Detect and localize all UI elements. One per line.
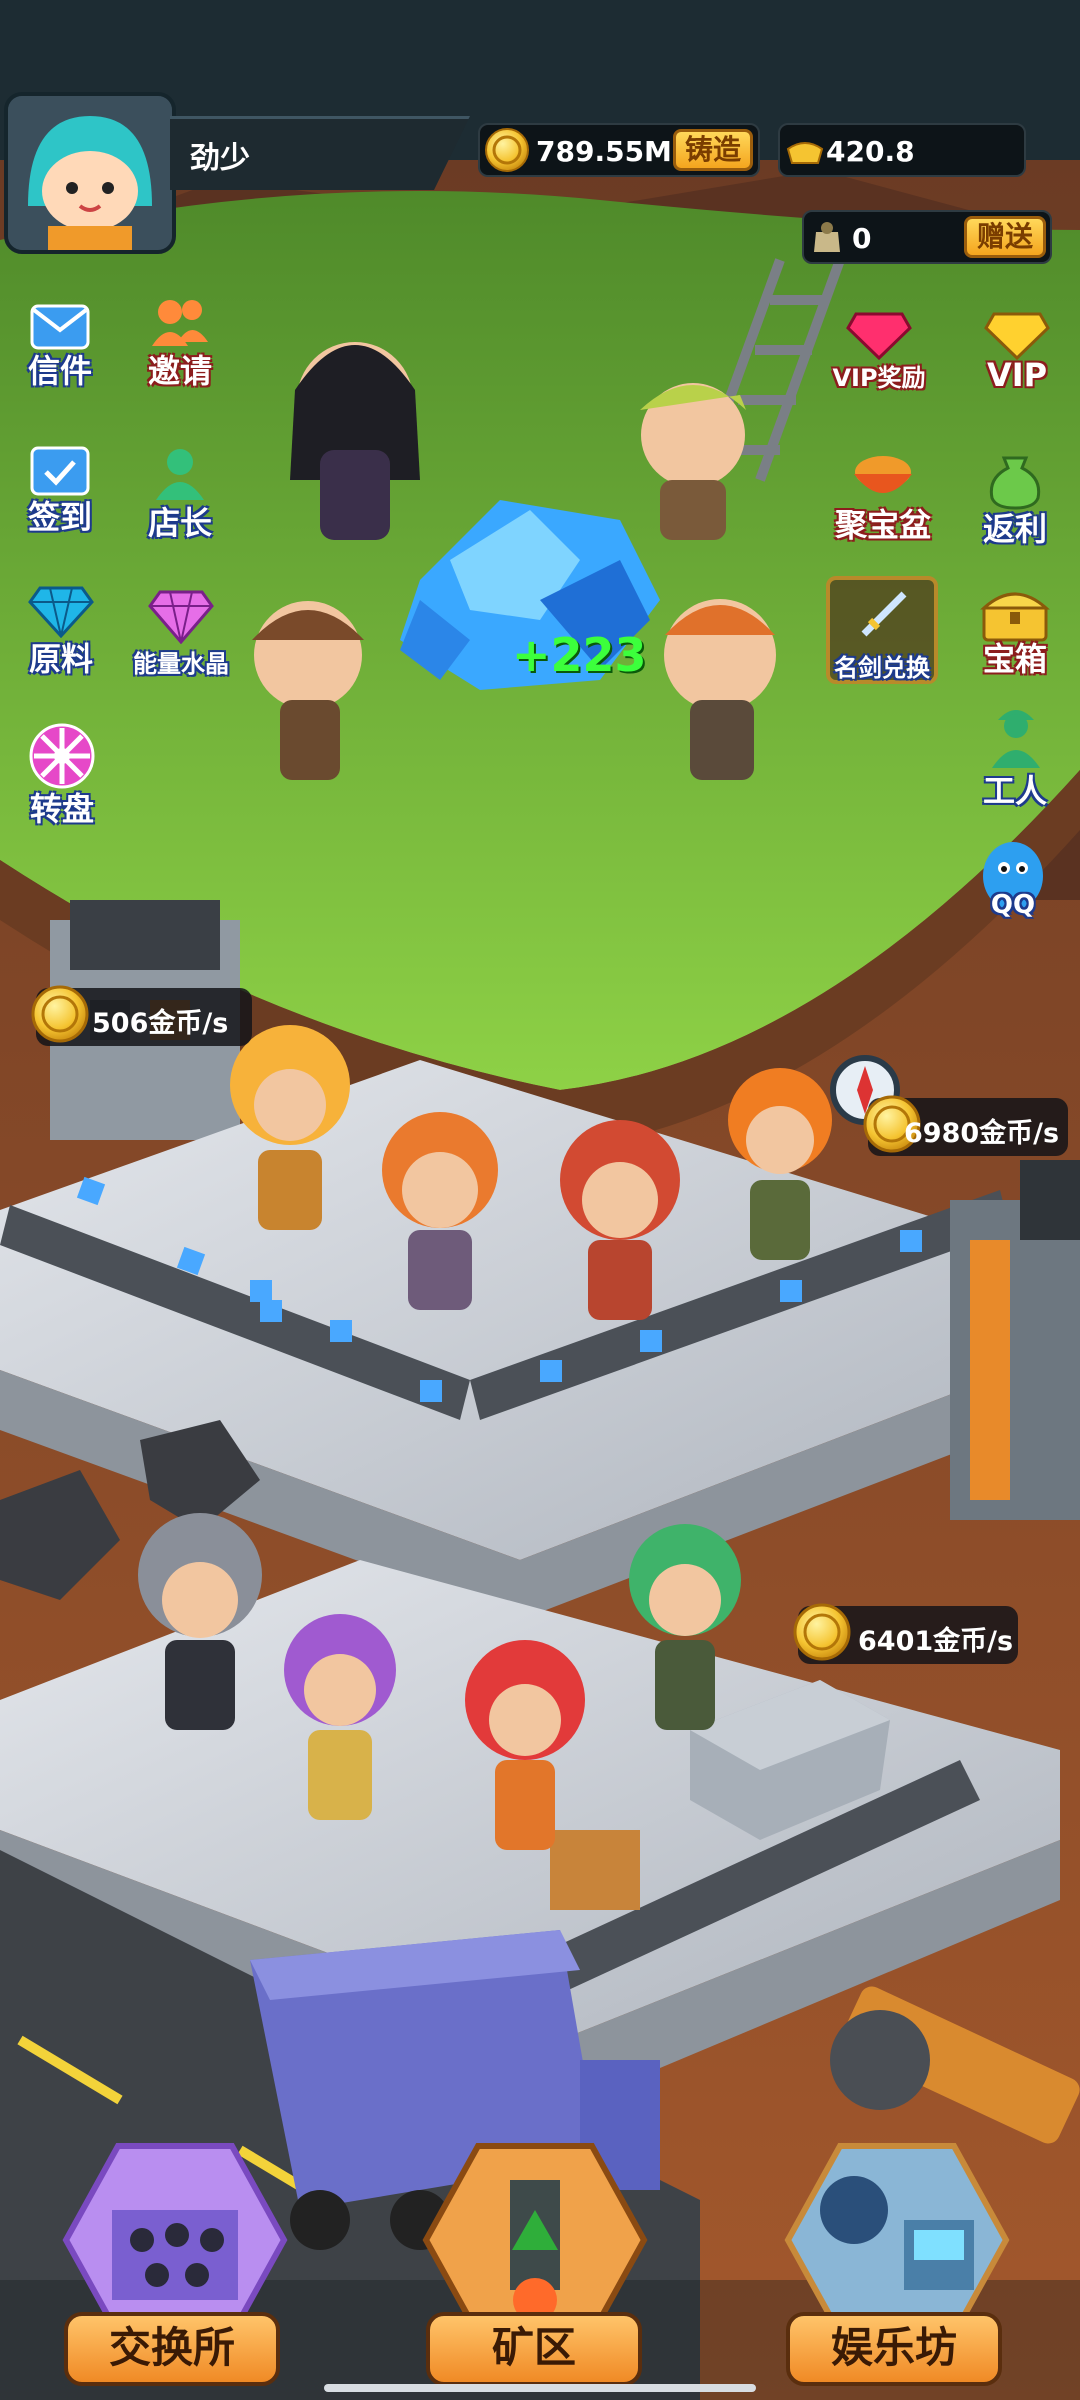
mail-icon (30, 304, 90, 350)
mine-area-nav[interactable]: 矿区 (418, 2140, 658, 2390)
vip-icon (984, 312, 1050, 360)
checkin-button[interactable]: 签到 (20, 440, 100, 536)
avatar-face-icon (8, 96, 172, 250)
mining-gain-text: +223 (512, 628, 647, 682)
worker-icon (992, 710, 1040, 768)
mine-area-nav-label: 矿区 (426, 2312, 642, 2386)
treasure-bowl-icon (854, 456, 912, 493)
sword-exchange-icon (861, 591, 907, 637)
sword-exchange-label: 名剑兑换 (834, 654, 930, 682)
production-rate-1: 506金币/s (31, 985, 252, 1046)
worker-figure (290, 342, 420, 540)
gold-amount: 420.8 (826, 135, 915, 168)
worker-figure (138, 1513, 262, 1730)
materials-button[interactable]: 原料 (16, 584, 106, 680)
worker-figure (664, 599, 776, 780)
invite-button[interactable]: 邀请 (138, 296, 222, 392)
production-rate-3: 6401金币/s (793, 1603, 1018, 1664)
worker-figure (640, 383, 746, 540)
manager-label: 店长 (147, 504, 212, 542)
rebate-label: 返利 (982, 510, 1047, 548)
mail-label: 信件 (27, 352, 92, 390)
coin-icon (793, 1603, 851, 1661)
coin-balance: 789.55M 铸造 (478, 123, 760, 177)
exchange-nav[interactable]: 交换所 (58, 2140, 298, 2390)
forge-button[interactable]: 铸造 (673, 129, 753, 171)
wheel-button[interactable]: 转盘 (20, 722, 104, 828)
worker-figure (284, 1614, 396, 1820)
exchange-nav-label: 交换所 (64, 2312, 280, 2386)
mine-area-icon (422, 2143, 648, 2337)
qq-button[interactable]: QQ (968, 838, 1058, 932)
energy-crystal-label: 能量水晶 (133, 650, 229, 678)
gold-ingot-icon (786, 142, 824, 164)
worker-figure (252, 601, 364, 780)
treasure-bowl-label: 聚宝盆 (834, 506, 931, 544)
gift-send-button[interactable]: 赠送 (964, 216, 1046, 258)
workers-button[interactable]: 工人 (970, 702, 1060, 810)
worker-figure (465, 1640, 585, 1850)
coin-amount: 789.55M (536, 135, 672, 168)
worker-figure (230, 1025, 350, 1230)
treasure-bowl-button[interactable]: 聚宝盆 (830, 452, 936, 544)
production-rate-2-text: 6980金币/s (904, 1118, 1060, 1149)
vip-reward-button[interactable]: VIP奖励 (824, 312, 934, 398)
entertainment-nav[interactable]: 娱乐坊 (780, 2140, 1020, 2390)
gift-amount: 0 (852, 222, 872, 255)
calendar-icon (30, 446, 90, 496)
sword-exchange-button[interactable]: 名剑兑换 (826, 576, 938, 684)
mail-button[interactable]: 信件 (20, 300, 100, 392)
exchange-hall-icon (62, 2143, 288, 2337)
invite-icon (152, 300, 208, 346)
manager-button[interactable]: 店长 (138, 446, 222, 542)
coin-icon (31, 985, 89, 1043)
player-name-bar: 劲少 (170, 116, 470, 190)
player-name: 劲少 (190, 141, 250, 176)
worker-figure (728, 1068, 832, 1260)
energy-crystal-button[interactable]: 能量水晶 (126, 588, 236, 684)
rebate-icon (989, 456, 1041, 510)
rebate-button[interactable]: 返利 (970, 452, 1060, 548)
vip-button[interactable]: VIP (972, 312, 1062, 398)
checkin-label: 签到 (27, 498, 92, 536)
crystal-icon (148, 590, 214, 644)
worker-figure (629, 1524, 741, 1730)
manager-icon (156, 449, 204, 500)
worker-figure (560, 1120, 680, 1320)
wheel-label: 转盘 (29, 790, 94, 828)
qq-label: QQ (990, 890, 1036, 920)
coin-icon (485, 128, 529, 172)
workers-label: 工人 (982, 772, 1047, 810)
chest-button[interactable]: 宝箱 (970, 584, 1060, 680)
worker-figure (382, 1112, 498, 1310)
production-rate-2: 6980金币/s (863, 1095, 1068, 1156)
gift-balance: 0 赠送 (802, 210, 1052, 264)
home-indicator (324, 2384, 756, 2392)
gold-balance: 420.8 (778, 123, 1026, 177)
chest-label: 宝箱 (982, 640, 1047, 678)
vip-reward-icon (846, 312, 912, 360)
entertainment-nav-label: 娱乐坊 (786, 2312, 1002, 2386)
entertainment-hall-icon (784, 2143, 1010, 2337)
wheel-icon (29, 723, 95, 789)
gift-bag-icon (814, 222, 840, 252)
production-rate-3-text: 6401金币/s (858, 1626, 1014, 1657)
vip-reward-label: VIP奖励 (832, 364, 926, 392)
diamond-icon (28, 586, 94, 638)
vip-label: VIP (986, 356, 1048, 394)
invite-label: 邀请 (147, 352, 212, 390)
player-avatar[interactable] (4, 92, 176, 254)
materials-label: 原料 (28, 640, 93, 678)
production-rate-1-text: 506金币/s (92, 1008, 229, 1039)
